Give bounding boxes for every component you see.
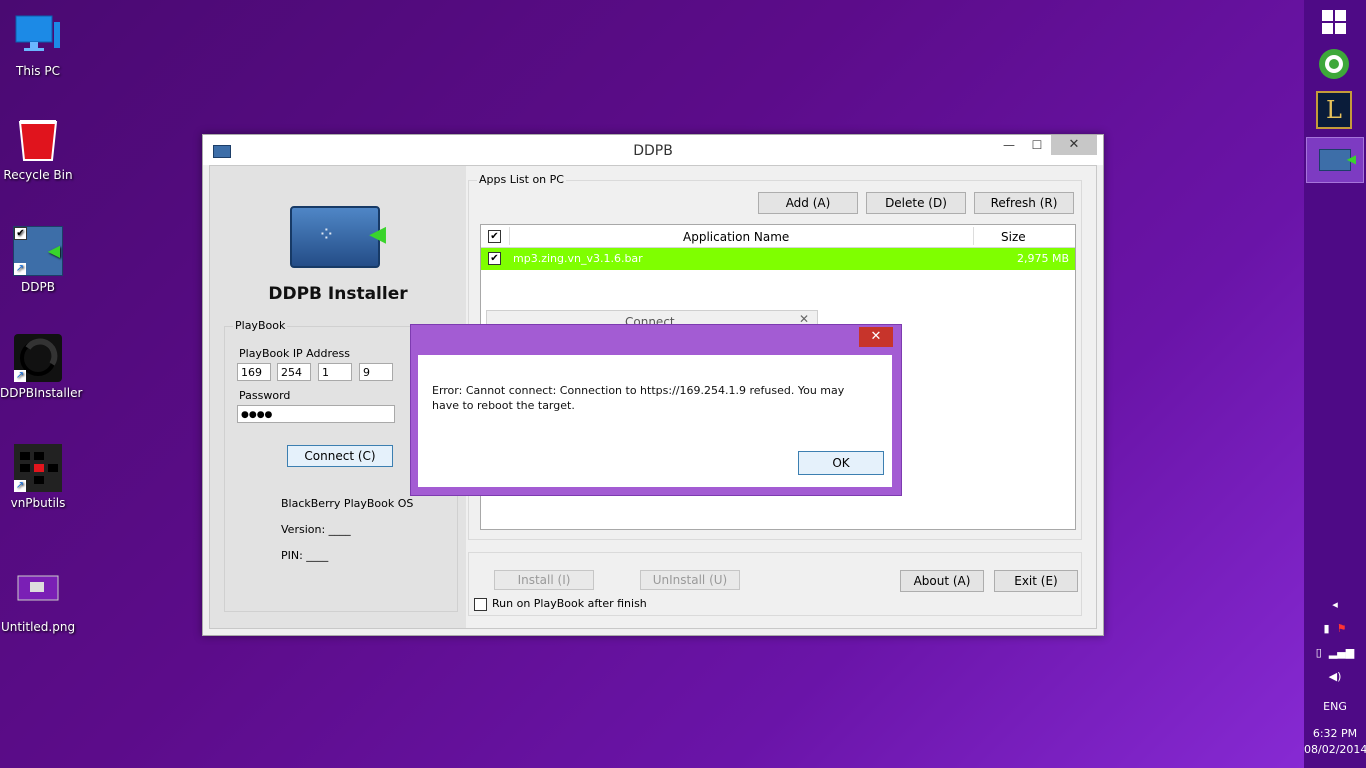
- desktop-icon-recycle-bin[interactable]: Recycle Bin: [0, 116, 76, 182]
- close-icon: ✕: [870, 329, 882, 344]
- clock-date[interactable]: 08/02/2014: [1304, 743, 1366, 756]
- minimize-icon: —: [1003, 138, 1015, 152]
- desktop-icon-label: Recycle Bin: [3, 168, 73, 182]
- ddpb-app-icon: ◀: [1319, 149, 1356, 171]
- exit-button[interactable]: Exit (E): [994, 570, 1078, 592]
- desktop-icon-ddpb[interactable]: ✔ ◀ ↗ DDPB: [0, 226, 76, 294]
- desktop-icon-this-pc[interactable]: This PC: [0, 12, 76, 78]
- error-dialog-content: Error: Cannot connect: Connection to htt…: [418, 355, 892, 487]
- tray-icons-row-1: ▮ ⚑: [1304, 622, 1366, 635]
- desktop-icon-label: Untitled.png: [0, 620, 76, 634]
- row-app-name: mp3.zing.vn_v3.1.6.bar: [513, 252, 643, 265]
- installer-title: DDPB Installer: [268, 284, 408, 304]
- row-checkbox[interactable]: ✔: [488, 252, 501, 265]
- group-title: Apps List on PC: [477, 173, 566, 186]
- vnpbutils-app-icon: ↗: [14, 444, 62, 492]
- maximize-button[interactable]: ☐: [1023, 135, 1051, 155]
- blackberry-logo: ⁘ ◀: [290, 206, 386, 268]
- close-icon: ✕: [1068, 137, 1080, 152]
- ip-octet-1-input[interactable]: 169: [237, 363, 271, 381]
- error-dialog-close-button[interactable]: ✕: [859, 327, 893, 347]
- ip-address-label: PlayBook IP Address: [239, 347, 350, 360]
- blackberry-icon: ⁘: [318, 222, 335, 246]
- recycle-bin-icon: [14, 116, 62, 164]
- ip-octet-2-input[interactable]: 254: [277, 363, 311, 381]
- minimize-button[interactable]: —: [995, 135, 1023, 155]
- close-button[interactable]: ✕: [1051, 135, 1097, 155]
- input-language-indicator[interactable]: ENG: [1304, 700, 1366, 713]
- desktop-icon-label: DDPB: [21, 280, 55, 294]
- monitor-icon: [14, 12, 62, 60]
- ok-button[interactable]: OK: [798, 451, 884, 475]
- column-header-name[interactable]: Application Name: [683, 230, 789, 244]
- shortcut-arrow-icon: ↗: [14, 370, 26, 382]
- ip-octet-4-input[interactable]: 9: [359, 363, 393, 381]
- desktop-icon-vnpbutils[interactable]: ↗ vnPbutils: [0, 444, 76, 510]
- desktop-icon-label: DDPBInstaller: [0, 386, 83, 400]
- desktop-icon-label: This PC: [16, 64, 60, 78]
- volume-button[interactable]: ◀): [1304, 670, 1366, 683]
- about-button[interactable]: About (A): [900, 570, 984, 592]
- ddpb-app-icon: ✔ ◀ ↗: [13, 226, 63, 276]
- windows-logo-icon: [1322, 10, 1346, 34]
- charms-bar: L ◀ ◂ ▮ ⚑ ▯ ▂▄▆ ◀) ENG 6:32 PM 08/02/201…: [1304, 0, 1366, 768]
- desktop-icon-untitled-png[interactable]: Untitled.png: [0, 568, 76, 634]
- league-of-legends-tile[interactable]: L: [1306, 88, 1362, 132]
- row-app-size: 2,975 MB: [1016, 252, 1069, 265]
- chevron-left-icon: ◂: [1332, 598, 1338, 611]
- battery-icon[interactable]: ▯: [1316, 646, 1322, 659]
- refresh-button[interactable]: Refresh (R): [974, 192, 1074, 214]
- shortcut-arrow-icon: ↗: [14, 263, 26, 275]
- game-l-icon: L: [1316, 91, 1352, 129]
- pin-label: PIN: ____: [281, 549, 329, 562]
- shortcut-arrow-icon: ↗: [14, 480, 26, 492]
- run-after-finish-label: Run on PlayBook after finish: [492, 597, 647, 610]
- network-error-icon[interactable]: ⚑: [1337, 622, 1347, 635]
- error-dialog: ✕ Error: Cannot connect: Connection to h…: [410, 324, 902, 496]
- usb-icon[interactable]: ▮: [1324, 622, 1330, 635]
- maximize-icon: ☐: [1031, 138, 1043, 152]
- browser-icon: [1319, 49, 1349, 79]
- table-header: ✔ Application Name Size: [481, 225, 1075, 248]
- signal-bars-icon[interactable]: ▂▄▆: [1329, 646, 1354, 659]
- os-label: BlackBerry PlayBook OS: [281, 497, 414, 510]
- ip-octet-3-input[interactable]: 1: [318, 363, 352, 381]
- selection-check-icon: ✔: [14, 227, 27, 240]
- run-after-finish-checkbox[interactable]: [474, 598, 487, 611]
- add-button[interactable]: Add (A): [758, 192, 858, 214]
- install-button[interactable]: Install (I): [494, 570, 594, 590]
- clock-time[interactable]: 6:32 PM: [1304, 727, 1366, 740]
- window-titlebar[interactable]: DDPB — ☐ ✕: [203, 135, 1103, 165]
- select-all-checkbox[interactable]: ✔: [488, 230, 501, 243]
- start-button[interactable]: [1306, 0, 1362, 44]
- connect-button[interactable]: Connect (C): [287, 445, 393, 467]
- password-input[interactable]: ●●●●: [237, 405, 395, 423]
- uninstall-button[interactable]: UnInstall (U): [640, 570, 740, 590]
- table-row[interactable]: ✔ mp3.zing.vn_v3.1.6.bar 2,975 MB: [481, 248, 1075, 270]
- coccoc-browser-tile[interactable]: [1306, 42, 1362, 86]
- desktop-icon-label: vnPbutils: [10, 496, 66, 510]
- arrow-left-icon: ◀: [369, 222, 386, 247]
- version-label: Version: ____: [281, 523, 351, 536]
- column-header-size[interactable]: Size: [1001, 230, 1026, 244]
- desktop-icon-ddpbinstaller[interactable]: ↗ DDPBInstaller: [0, 334, 83, 400]
- password-label: Password: [239, 389, 291, 402]
- error-message: Error: Cannot connect: Connection to htt…: [432, 384, 845, 412]
- image-file-icon: [14, 568, 62, 616]
- ddpb-taskbar-tile[interactable]: ◀: [1306, 137, 1364, 183]
- show-hidden-icons-button[interactable]: ◂: [1304, 598, 1366, 611]
- window-title: DDPB: [633, 143, 673, 159]
- tray-icons-row-2: ▯ ▂▄▆: [1304, 646, 1366, 659]
- speaker-icon: ◀): [1328, 670, 1342, 683]
- ddpbinstaller-app-icon: ↗: [14, 334, 62, 382]
- arrow-left-icon: ◀: [47, 241, 60, 260]
- group-title: PlayBook: [233, 319, 288, 332]
- delete-button[interactable]: Delete (D): [866, 192, 966, 214]
